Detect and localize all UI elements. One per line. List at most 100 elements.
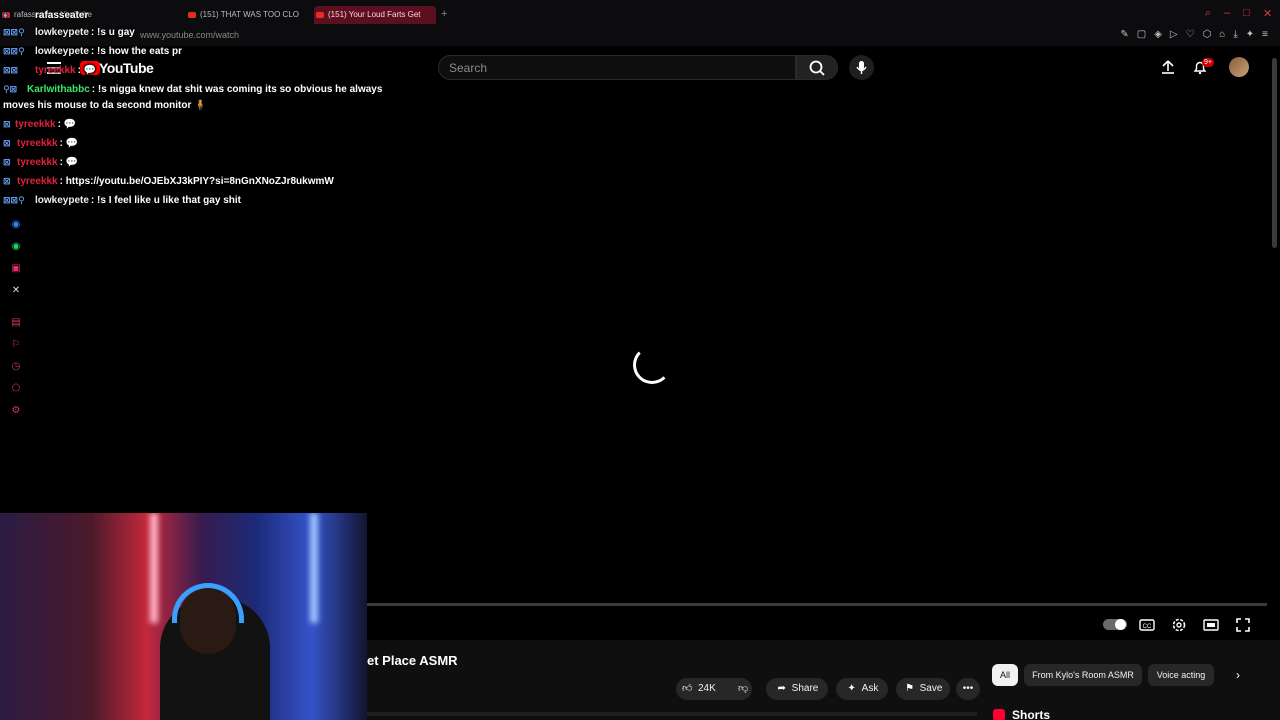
browser-tab-3[interactable]: (151) Your Loud Farts Get bbox=[314, 6, 436, 24]
search-tabs-icon[interactable]: ⌕ bbox=[1205, 7, 1211, 20]
chat-username: tyreekkk bbox=[17, 176, 58, 187]
shorts-icon bbox=[993, 709, 1005, 720]
history-icon[interactable]: ◷ bbox=[10, 361, 22, 373]
youtube-favicon-icon bbox=[188, 12, 196, 18]
theater-icon bbox=[1203, 619, 1219, 631]
video-title: et Place ASMR bbox=[367, 653, 458, 668]
description-box-edge bbox=[367, 712, 977, 716]
chip-all[interactable]: All bbox=[992, 664, 1018, 686]
play-icon[interactable]: ▷ bbox=[1170, 29, 1178, 40]
bookmark-save-icon: ⚑ bbox=[905, 683, 915, 694]
like-dislike-group: 👍︎ 24K 👎︎ bbox=[676, 678, 752, 700]
search-placeholder: Search bbox=[449, 61, 488, 75]
shield-icon[interactable]: ◈ bbox=[1154, 29, 1162, 40]
player-icon[interactable]: ▤ bbox=[10, 317, 22, 329]
chat-badges-icon: ⊠⊠ bbox=[3, 65, 19, 75]
fullscreen-button[interactable] bbox=[1235, 617, 1251, 633]
chat-username: lowkeypete bbox=[35, 195, 89, 206]
chat-username: tyreekkk bbox=[17, 157, 58, 168]
chat-username: lowkeypete bbox=[35, 27, 89, 38]
bookmark-icon[interactable]: ⚐ bbox=[10, 339, 22, 351]
screenshot-icon[interactable]: ▢ bbox=[1137, 29, 1146, 40]
address-bar[interactable]: www.youtube.com/watch ✎ ▢ ◈ ▷ ♡ ⬡ ⌂ ⤓ ✦ … bbox=[0, 28, 1280, 46]
chat-text: : !s nigga knew dat shit was coming its … bbox=[91, 84, 383, 95]
autoplay-toggle[interactable] bbox=[1103, 619, 1127, 630]
captions-icon: CC bbox=[1139, 619, 1155, 631]
chat-message: ⊠⊠⚲ lowkeypete: !s how the eats pr bbox=[3, 46, 182, 57]
search-input[interactable]: Search bbox=[438, 55, 796, 80]
browser-tab-2[interactable]: (151) THAT WAS TOO CLO bbox=[186, 6, 306, 24]
chat-text: : !s I feel like u like that gay shit bbox=[90, 195, 241, 206]
fullscreen-icon bbox=[1236, 618, 1250, 632]
more-icon: ••• bbox=[962, 683, 974, 694]
more-actions-button[interactable]: ••• bbox=[956, 678, 980, 700]
search-icon bbox=[809, 60, 825, 76]
subtitles-button[interactable]: CC bbox=[1139, 617, 1155, 633]
search-button[interactable] bbox=[796, 55, 838, 80]
settings-icon[interactable]: ⚙ bbox=[10, 405, 22, 417]
chevron-right-icon[interactable]: › bbox=[1236, 668, 1240, 682]
menu-icon[interactable]: ≡ bbox=[1262, 29, 1268, 40]
chat-text: : !s how the eats pr bbox=[90, 46, 183, 57]
chat-message: ⊠⊠⚲ lowkeypete: !s I feel like u like tha… bbox=[3, 195, 241, 206]
settings-button[interactable] bbox=[1171, 617, 1187, 633]
ask-button[interactable]: ✦ Ask bbox=[836, 678, 888, 700]
chat-text: : 💬 bbox=[59, 138, 79, 149]
close-window-button[interactable]: ✕ bbox=[1263, 7, 1272, 20]
share-label: Share bbox=[791, 683, 819, 694]
chat-text: : !s u gay bbox=[90, 27, 135, 38]
microphone-icon bbox=[856, 61, 867, 74]
save-button[interactable]: ⚑ Save bbox=[896, 678, 950, 700]
chat-badges-icon: ⊠ bbox=[3, 138, 11, 148]
voice-search-button[interactable] bbox=[849, 55, 874, 80]
extensions-sidebar-icon[interactable]: ⬠ bbox=[10, 383, 22, 395]
account-avatar[interactable] bbox=[1229, 57, 1249, 77]
chat-badges-icon: ⊠⊠⚲ bbox=[3, 27, 25, 37]
maximize-button[interactable]: □ bbox=[1243, 7, 1250, 19]
chat-message: ⚲⊠ Karlwithabbc: !s nigga knew dat shit w… bbox=[3, 84, 382, 95]
svg-text:CC: CC bbox=[1143, 624, 1152, 630]
page-scrollbar[interactable] bbox=[1272, 58, 1277, 248]
like-count[interactable]: 24K bbox=[698, 683, 716, 694]
thumbs-down-icon[interactable]: 👎︎ bbox=[738, 678, 748, 700]
x-twitter-icon[interactable]: ✕ bbox=[10, 285, 22, 297]
tab-label: (151) THAT WAS TOO CLO bbox=[200, 10, 299, 19]
chat-message: ♦ rafasseater bbox=[3, 10, 90, 21]
video-progress-bar[interactable] bbox=[367, 603, 1267, 606]
chat-message: ⊠⊠ tyreekkk: 💬 bbox=[3, 65, 96, 76]
chat-text: : 💬 bbox=[77, 65, 97, 76]
messenger-icon[interactable]: ◉ bbox=[10, 219, 22, 231]
share-button[interactable]: ➦ Share bbox=[766, 678, 828, 700]
youtube-logo-text[interactable]: YouTube bbox=[99, 60, 154, 76]
chat-message: ⊠ tyreekkk: 💬 bbox=[3, 157, 78, 168]
whatsapp-icon[interactable]: ◉ bbox=[10, 241, 22, 253]
instagram-icon[interactable]: ▣ bbox=[10, 263, 22, 275]
share-icon: ➦ bbox=[777, 683, 786, 694]
thumbs-up-icon[interactable]: 👍︎ bbox=[682, 678, 694, 700]
url-text[interactable]: www.youtube.com/watch bbox=[140, 30, 239, 40]
download-icon[interactable]: ⤓ bbox=[1233, 29, 1237, 40]
chat-badges-icon: ⊠ bbox=[3, 119, 11, 129]
chat-message: ⊠ tyreekkk: 💬 bbox=[3, 119, 76, 130]
gear-icon bbox=[1172, 618, 1186, 632]
chat-username: tyreekkk bbox=[15, 119, 56, 130]
wallet-icon[interactable]: ⌂ bbox=[1219, 29, 1225, 40]
chat-username: tyreekkk bbox=[35, 65, 76, 76]
theater-mode-button[interactable] bbox=[1203, 617, 1219, 633]
headset-graphic bbox=[172, 583, 244, 623]
pin-icon[interactable]: ✎ bbox=[1120, 29, 1128, 40]
heart-icon[interactable]: ♡ bbox=[1186, 29, 1195, 40]
extensions-icon[interactable]: ⬡ bbox=[1203, 29, 1212, 40]
chat-text: : 💬 bbox=[57, 119, 77, 130]
extension-toolbar: ✎ ▢ ◈ ▷ ♡ ⬡ ⌂ ⤓ ✦ ≡ bbox=[1120, 29, 1268, 40]
create-button[interactable] bbox=[1160, 59, 1176, 75]
browser-tab-bar: rafasseater : YouTube (151) THAT WAS TOO… bbox=[0, 0, 1280, 28]
chat-badges-icon: ⊠ bbox=[3, 176, 11, 186]
minimize-button[interactable]: – bbox=[1224, 7, 1230, 19]
chip-from-channel[interactable]: From Kylo's Room ASMR bbox=[1024, 664, 1142, 686]
loading-spinner bbox=[633, 346, 671, 384]
chat-username: lowkeypete bbox=[35, 46, 89, 57]
ai-icon[interactable]: ✦ bbox=[1246, 29, 1254, 40]
chip-voice-acting[interactable]: Voice acting bbox=[1148, 664, 1214, 686]
new-tab-button[interactable]: + bbox=[441, 8, 447, 20]
